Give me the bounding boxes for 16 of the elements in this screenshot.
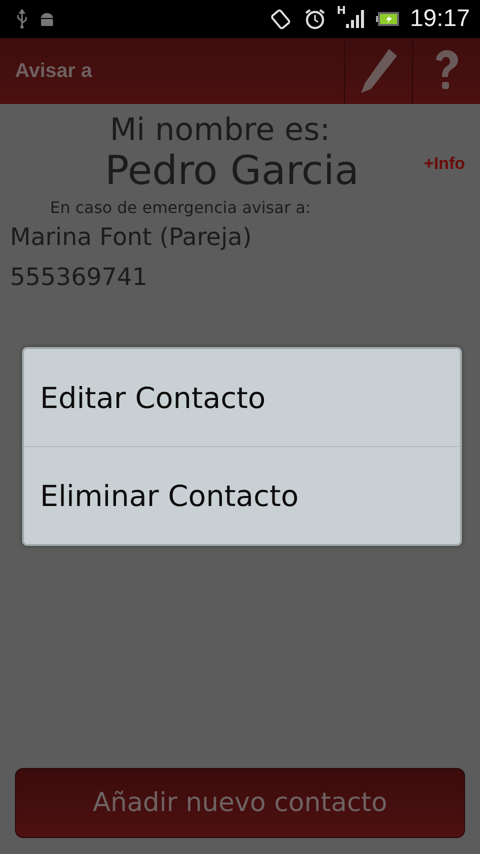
signal-icon <box>346 9 366 29</box>
contact-phone: 555369741 <box>9 262 148 293</box>
battery-icon <box>376 11 400 27</box>
pencil-icon <box>358 47 398 95</box>
menu-item[interactable]: Eliminar Contacto <box>24 447 460 544</box>
contact-name: Marina Font (Pareja) <box>9 222 253 253</box>
alarm-clock-icon <box>302 7 327 31</box>
usb-icon <box>16 9 28 29</box>
menu-item[interactable]: Editar Contacto <box>24 349 460 446</box>
intro-text: Mi nombre es: <box>108 112 332 148</box>
network-type-text: H <box>336 4 346 17</box>
rotation-icon <box>268 7 293 31</box>
screen-title: Avisar a <box>14 60 94 82</box>
clock-time: 19:17 <box>410 5 470 33</box>
user-name: Pedro Garcia <box>104 148 360 194</box>
contacts-heading: En caso de emergencia avisar a: <box>50 198 312 217</box>
